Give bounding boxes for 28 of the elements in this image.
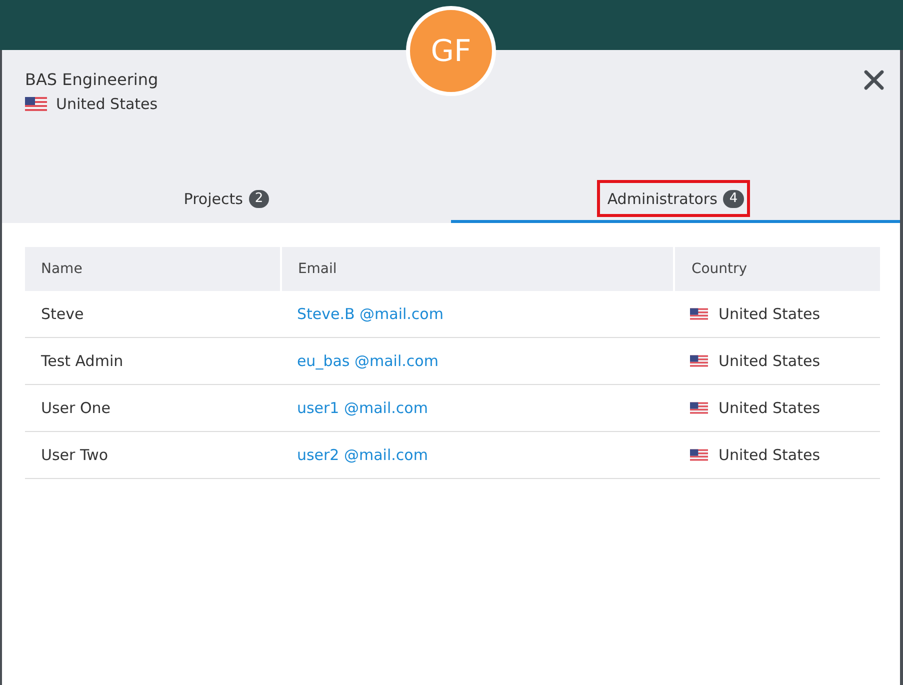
- table-cell: User One: [25, 384, 281, 432]
- company-country: United States: [56, 95, 158, 113]
- table-cell: User Two: [25, 432, 281, 478]
- count-badge: 4: [723, 190, 744, 208]
- column-header: Name: [25, 247, 281, 291]
- flag-icon: [25, 97, 47, 111]
- flag-icon: [690, 449, 708, 461]
- tab[interactable]: Projects 2: [2, 178, 451, 223]
- table-cell: Steve: [25, 291, 281, 338]
- flag-icon: [690, 308, 708, 320]
- column-header: Email: [280, 247, 674, 291]
- avatar: GF: [406, 6, 496, 96]
- email-link[interactable]: user1 @mail.com: [296, 399, 428, 417]
- table-cell: Test Admin: [25, 338, 281, 384]
- table-cell: United States: [718, 446, 820, 464]
- company-name: BAS Engineering: [25, 70, 158, 89]
- email-link[interactable]: Steve.B @mail.com: [296, 305, 444, 323]
- table-cell: United States: [718, 305, 820, 323]
- email-link[interactable]: user2 @mail.com: [296, 446, 428, 464]
- tab[interactable]: Administrators 4: [451, 178, 900, 223]
- table-cell: United States: [718, 399, 820, 417]
- column-header: Country: [674, 247, 880, 291]
- flag-icon: [690, 402, 708, 414]
- table-cell: United States: [718, 352, 820, 370]
- count-badge: 2: [248, 190, 270, 208]
- email-link[interactable]: eu_bas @mail.com: [296, 352, 438, 370]
- flag-icon: [690, 355, 708, 367]
- close-icon[interactable]: [862, 68, 886, 92]
